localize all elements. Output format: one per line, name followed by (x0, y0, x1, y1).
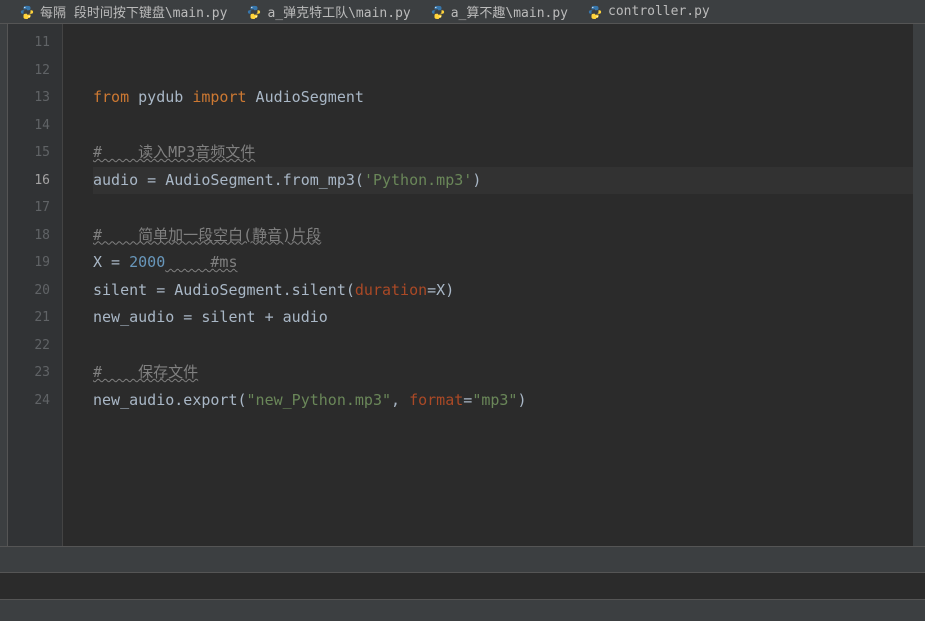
line-number: 21 (8, 304, 62, 332)
code-line[interactable] (93, 112, 925, 140)
code-editor[interactable]: from pydub import AudioSegment # 读入MP3音频文… (63, 24, 925, 546)
code-line[interactable] (93, 57, 925, 85)
code-line[interactable]: # 读入MP3音频文件 (93, 139, 925, 167)
code-line[interactable] (93, 194, 925, 222)
left-tool-strip[interactable] (0, 24, 8, 546)
python-icon (431, 5, 445, 19)
tab-file-3[interactable]: a_算不趣\main.py (431, 2, 568, 21)
editor-tabs: 每隔 段时间按下键盘\main.py a_弹克特工队\main.py a_算不趣… (0, 0, 925, 24)
tab-file-4[interactable]: controller.py (588, 4, 710, 19)
code-line[interactable]: new_audio = silent + audio (93, 304, 925, 332)
code-line[interactable]: X = 2000 #ms (93, 249, 925, 277)
code-line[interactable] (93, 29, 925, 57)
python-icon (247, 5, 261, 19)
line-number: 17 (8, 194, 62, 222)
line-number: 24 (8, 387, 62, 415)
line-number: 13 (8, 84, 62, 112)
code-line[interactable]: silent = AudioSegment.silent(duration=X) (93, 277, 925, 305)
code-line[interactable]: new_audio.export("new_Python.mp3", forma… (93, 387, 925, 415)
line-number: 16 (8, 167, 62, 195)
tab-label: 每隔 段时间按下键盘\main.py (40, 2, 227, 21)
python-icon (20, 5, 34, 19)
code-line[interactable]: # 简单加一段空白(静音)片段 (93, 222, 925, 250)
scrollbar[interactable] (913, 24, 925, 546)
tab-label: a_弹克特工队\main.py (267, 2, 410, 21)
line-number: 22 (8, 332, 62, 360)
tab-label: controller.py (608, 4, 710, 19)
tab-file-1[interactable]: 每隔 段时间按下键盘\main.py (20, 2, 227, 21)
code-line[interactable]: # 保存文件 (93, 359, 925, 387)
tool-window-bar[interactable] (0, 547, 925, 573)
line-number: 12 (8, 57, 62, 85)
line-number: 19 (8, 249, 62, 277)
line-number: 23 (8, 359, 62, 387)
editor-area: 1112131415161718192021222324 from pydub … (0, 24, 925, 546)
line-number: 20 (8, 277, 62, 305)
code-line[interactable]: from pydub import AudioSegment (93, 84, 925, 112)
tab-label: a_算不趣\main.py (451, 2, 568, 21)
code-line[interactable]: audio = AudioSegment.from_mp3('Python.mp… (93, 167, 925, 195)
status-bar[interactable] (0, 599, 925, 621)
line-number: 18 (8, 222, 62, 250)
code-line[interactable] (93, 332, 925, 360)
line-number: 14 (8, 112, 62, 140)
tab-file-2[interactable]: a_弹克特工队\main.py (247, 2, 410, 21)
line-number: 11 (8, 29, 62, 57)
line-number-gutter[interactable]: 1112131415161718192021222324 (8, 24, 63, 546)
python-icon (588, 5, 602, 19)
line-number: 15 (8, 139, 62, 167)
